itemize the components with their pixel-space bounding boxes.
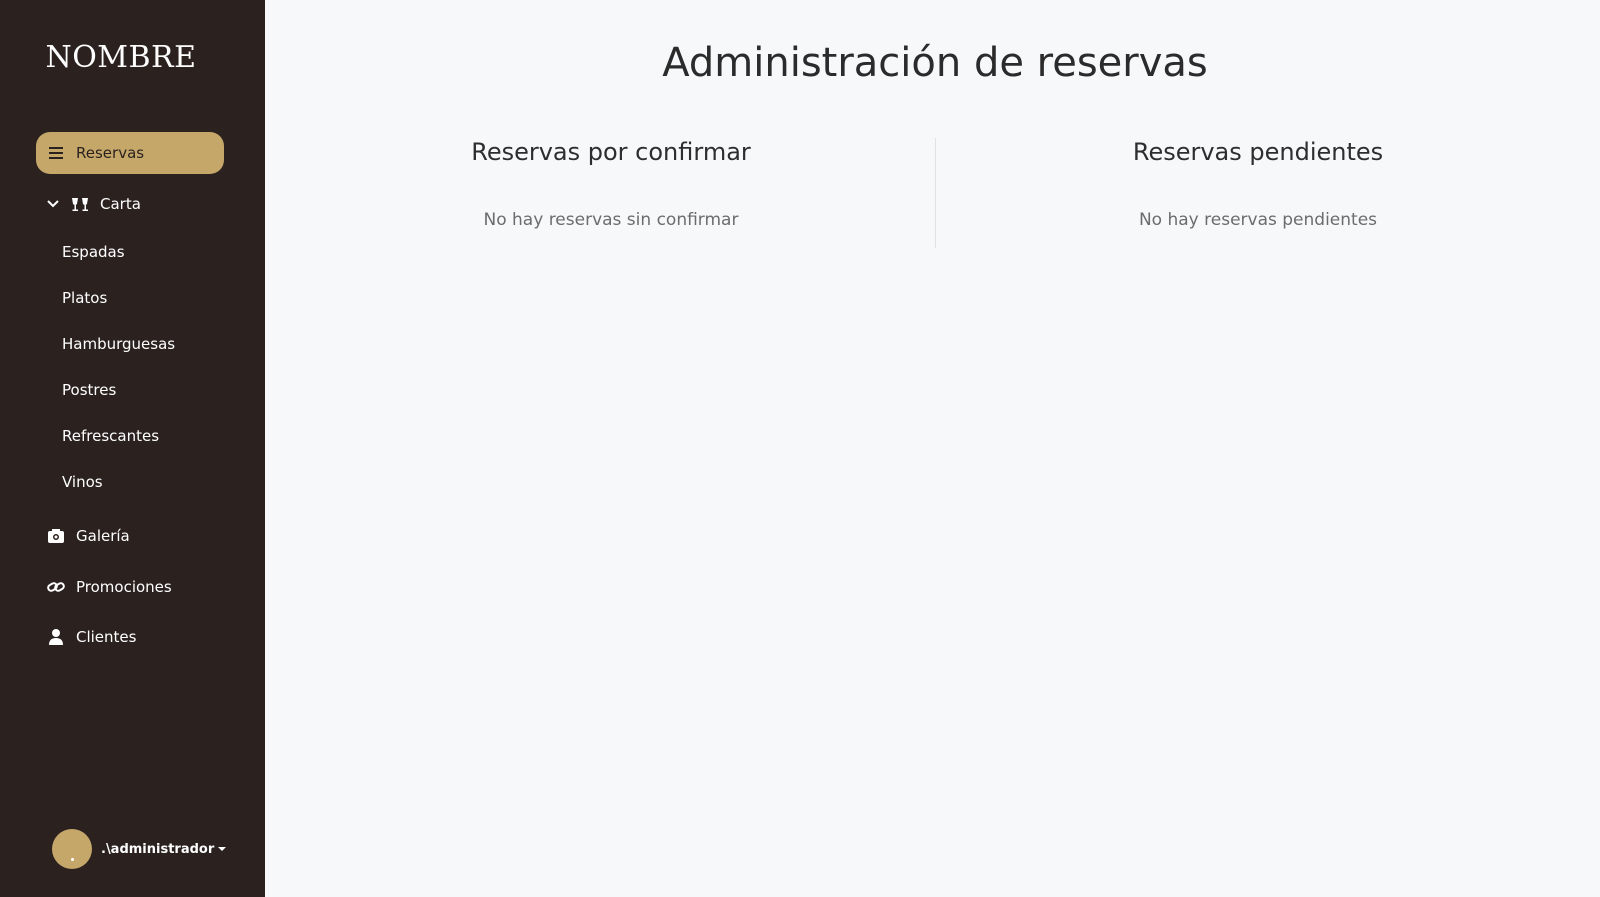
sidebar: NOMBRE Reservas Carta Espadas Platos Ham… <box>0 0 265 897</box>
sidebar-subitem-postres[interactable]: Postres <box>62 381 116 399</box>
sidebar-item-label: Carta <box>100 195 141 213</box>
menu-icon <box>46 143 66 163</box>
glasses-icon <box>70 194 90 214</box>
user-name[interactable]: .\administrador <box>101 841 227 857</box>
user-icon <box>46 627 66 647</box>
column-divider <box>935 138 936 248</box>
sidebar-item-promociones[interactable]: Promociones <box>36 566 224 608</box>
brand-logo[interactable]: NOMBRE <box>0 40 242 75</box>
panel-heading: Reservas pendientes <box>1132 138 1384 166</box>
avatar[interactable] <box>52 829 92 869</box>
camera-icon <box>46 526 66 546</box>
sidebar-subitem-hamburguesas[interactable]: Hamburguesas <box>62 335 175 353</box>
sidebar-item-label: Clientes <box>76 628 137 646</box>
page-title: Administración de reservas <box>662 40 1208 86</box>
sidebar-subitem-espadas[interactable]: Espadas <box>62 243 125 261</box>
sidebar-item-galeria[interactable]: Galería <box>36 515 224 557</box>
unconfirmed-reservations-panel: Reservas por confirmar No hay reservas s… <box>411 138 811 230</box>
empty-state-text: No hay reservas pendientes <box>1138 210 1378 230</box>
caret-down-icon <box>218 847 227 851</box>
sidebar-subitem-refrescantes[interactable]: Refrescantes <box>62 427 159 445</box>
sidebar-item-carta[interactable]: Carta <box>46 183 234 225</box>
avatar-dot <box>70 858 74 861</box>
sidebar-subitem-platos[interactable]: Platos <box>62 289 107 307</box>
user-menu[interactable]: .\administrador <box>52 829 227 869</box>
pending-reservations-panel: Reservas pendientes No hay reservas pend… <box>1058 138 1458 230</box>
sidebar-item-label: Promociones <box>76 578 172 596</box>
sidebar-item-label: Galería <box>76 527 130 545</box>
sidebar-item-label: Reservas <box>76 144 145 162</box>
panel-heading: Reservas por confirmar <box>471 138 751 166</box>
sidebar-item-clientes[interactable]: Clientes <box>36 616 224 658</box>
user-name-label: .\administrador <box>101 841 215 857</box>
empty-state-text: No hay reservas sin confirmar <box>483 210 739 230</box>
sidebar-item-reservas[interactable]: Reservas <box>36 132 224 174</box>
chevron-down-icon <box>46 194 60 214</box>
link-icon <box>46 577 66 597</box>
sidebar-subitem-vinos[interactable]: Vinos <box>62 473 103 491</box>
